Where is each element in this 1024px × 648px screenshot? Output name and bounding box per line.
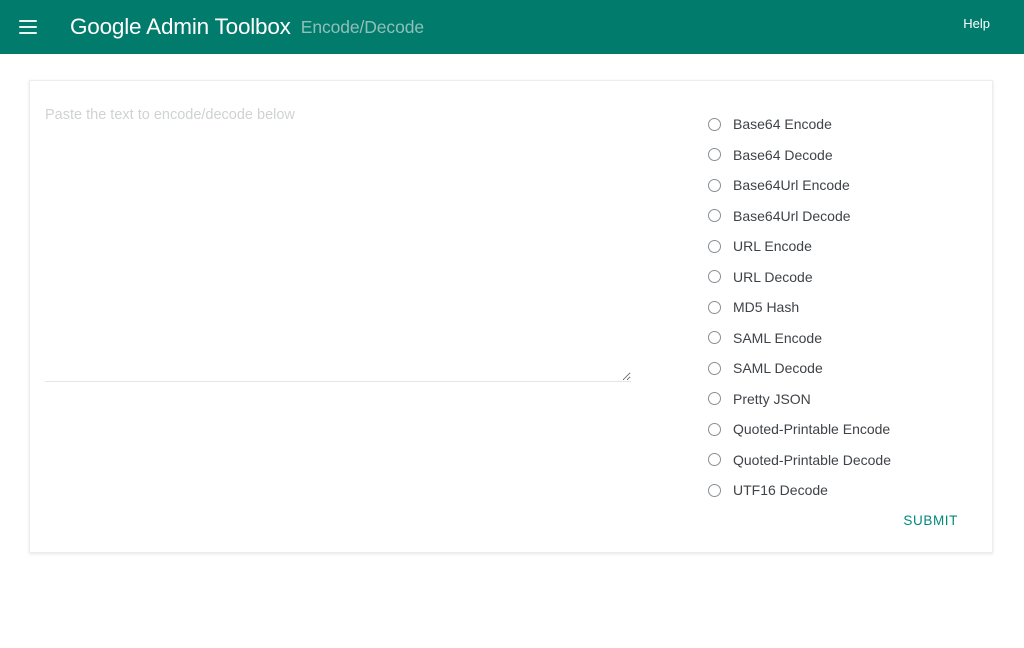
mode-option-label: Pretty JSON <box>733 390 811 407</box>
radio-icon[interactable] <box>708 239 721 253</box>
mode-option-label: URL Decode <box>733 268 813 285</box>
mode-option-label: UTF16 Decode <box>733 482 828 499</box>
brand: Google Admin Toolbox Encode/Decode <box>70 0 424 54</box>
radio-icon[interactable] <box>708 117 721 131</box>
mode-option-url-encode[interactable]: URL Encode <box>708 231 978 262</box>
menu-bar-2 <box>19 26 37 28</box>
mode-option-utf16-decode[interactable]: UTF16 Decode <box>708 475 978 506</box>
mode-option-saml-decode[interactable]: SAML Decode <box>708 353 978 384</box>
tool-card: Base64 Encode Base64 Decode Base64Url Enco… <box>29 80 993 553</box>
mode-option-quoted-printable-encode[interactable]: Quoted-Printable Encode <box>708 414 978 445</box>
submit-button[interactable]: SUBMIT <box>897 507 964 534</box>
mode-option-md5-hash[interactable]: MD5 Hash <box>708 292 978 323</box>
mode-option-label: Quoted-Printable Encode <box>733 421 891 438</box>
mode-option-label: Base64 Decode <box>733 146 833 163</box>
mode-option-base64url-encode[interactable]: Base64Url Encode <box>708 170 978 201</box>
app-subtitle: Encode/Decode <box>300 16 424 37</box>
mode-option-saml-encode[interactable]: SAML Encode <box>708 323 978 354</box>
radio-icon[interactable] <box>708 483 721 497</box>
mode-option-url-decode[interactable]: URL Decode <box>708 262 978 293</box>
encode-decode-input[interactable] <box>45 105 631 382</box>
menu-bar-3 <box>19 32 37 34</box>
radio-icon[interactable] <box>708 361 721 375</box>
radio-icon[interactable] <box>708 422 721 436</box>
help-link[interactable]: Help <box>963 16 990 31</box>
mode-option-label: MD5 Hash <box>733 299 800 316</box>
radio-icon[interactable] <box>708 331 721 345</box>
mode-option-quoted-printable-decode[interactable]: Quoted-Printable Decode <box>708 445 978 476</box>
mode-option-label: SAML Encode <box>733 329 822 346</box>
radio-icon[interactable] <box>708 178 721 192</box>
radio-icon[interactable] <box>708 453 721 467</box>
mode-radio-group: Base64 Encode Base64 Decode Base64Url Enco… <box>708 109 978 506</box>
radio-icon[interactable] <box>708 392 721 406</box>
mode-option-base64url-decode[interactable]: Base64Url Decode <box>708 201 978 232</box>
app-header: Google Admin Toolbox Encode/Decode Help <box>0 0 1024 54</box>
mode-option-pretty-json[interactable]: Pretty JSON <box>708 384 978 415</box>
mode-option-label: Base64 Encode <box>733 116 832 133</box>
hamburger-menu-icon[interactable] <box>14 13 42 41</box>
mode-option-label: Quoted-Printable Decode <box>733 451 891 468</box>
mode-option-label: URL Encode <box>733 238 812 255</box>
radio-icon[interactable] <box>708 148 721 162</box>
mode-option-base64-encode[interactable]: Base64 Encode <box>708 109 978 140</box>
radio-icon[interactable] <box>708 209 721 223</box>
radio-icon[interactable] <box>708 300 721 314</box>
input-area <box>45 105 647 382</box>
mode-option-label: SAML Decode <box>733 360 823 377</box>
app-title: Google Admin Toolbox <box>70 14 291 39</box>
mode-option-label: Base64Url Decode <box>733 207 851 224</box>
mode-option-base64-decode[interactable]: Base64 Decode <box>708 140 978 171</box>
mode-option-label: Base64Url Encode <box>733 177 850 194</box>
menu-bar-1 <box>19 20 37 22</box>
radio-icon[interactable] <box>708 270 721 284</box>
